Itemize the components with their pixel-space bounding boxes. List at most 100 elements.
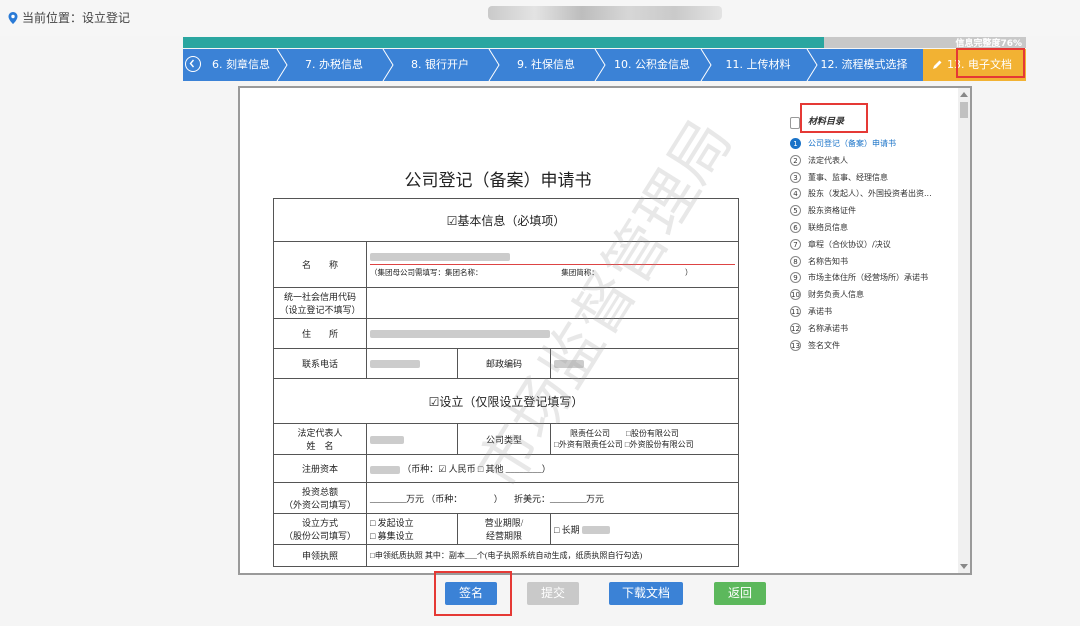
toc-item-number: 11 [790,306,801,317]
toc-item[interactable]: 11 承诺书 [790,305,832,319]
toc-item-label: 名称承诺书 [808,323,848,333]
step-tax-info[interactable]: 7. 办税信息 [281,49,387,81]
scroll-up-icon[interactable] [960,92,968,97]
redacted-value [370,465,400,474]
redacted-value [554,360,584,369]
document-scrollbar[interactable] [958,88,970,573]
investment-value: ________万元 （币种： ） 折美元：________万元 [366,482,739,514]
step-divider-icon [700,49,712,81]
step-divider-icon [276,49,288,81]
term-value: □ 长期 [554,524,580,535]
redacted-value [370,435,404,444]
top-bar: 当前位置：设立登记 [0,0,1080,36]
toc-item-number: 4 [790,188,801,200]
toc-item-label: 公司登记（备案）申请书 [808,139,896,148]
capital-value: （币种：☑ 人民币 □ 其他 ________） [402,464,551,474]
toc-item[interactable]: 13 签名文件 [790,339,840,353]
step-upload-materials[interactable]: 11. 上传材料 [705,49,811,81]
postcode-label: 邮政编码 [457,348,551,379]
step-divider-icon [488,49,500,81]
address-label: 住 所 [273,318,367,349]
toc-item[interactable]: 9 市场主体住所（经营场所）承诺书 [790,271,928,285]
term-label: 营业期限/ 经营期限 [457,513,551,545]
toc-item[interactable]: 8 名称告知书 [790,255,848,269]
toc-item-number: 7 [790,238,801,250]
toc-item-number: 9 [790,272,801,284]
document-icon [790,117,800,129]
download-button[interactable]: 下载文档 [609,582,683,605]
redacted-value [370,330,550,339]
step-bank-account[interactable]: 8. 银行开户 [387,49,493,81]
toc-item-number: 12 [790,322,801,334]
toc-item-number: 2 [790,154,801,166]
scroll-thumb[interactable] [960,102,968,118]
toc-item-label: 股东（发起人）、外国投资者出资... [808,189,932,199]
toc-item[interactable]: 3 董事、监事、经理信息 [790,171,888,185]
toc-item-number: 8 [790,255,801,267]
toc-item-label: 董事、监事、经理信息 [808,172,888,182]
investment-label: 投资总额 （外资公司填写） [273,482,367,514]
blurred-title [488,6,722,20]
redacted-value [370,360,420,369]
method-value: □ 发起设立 □ 募集设立 [366,513,458,545]
toc-item-label: 章程（合伙协议）/决议 [808,239,891,249]
legal-rep-label: 法定代表人 姓 名 [273,423,367,455]
toc-item[interactable]: 12 名称承诺书 [790,322,848,336]
toc-item-number: 6 [790,222,801,233]
name-label: 名 称 [273,241,367,288]
basic-info-section: ☑基本信息（必填项） [273,198,739,242]
progress-fill [183,37,824,48]
toc-item-number: 5 [790,205,801,217]
setup-section: ☑设立（仅限设立登记填写） [273,378,739,424]
location-label: 当前位置：设立登记 [22,11,131,25]
toc-item-number: 10 [790,289,801,301]
document-page: 公司登记（备案）申请书 ☑基本信息（必填项） 名 称 （集团母公司需填写：集团名… [240,88,756,573]
toc-item-number: 1 [790,138,801,149]
toc-item[interactable]: 6 联络员信息 [790,221,848,235]
redacted-value [370,253,510,262]
document-viewer: 公司登记（备案）申请书 ☑基本信息（必填项） 名 称 （集团母公司需填写：集团名… [238,86,972,575]
step-social-security[interactable]: 9. 社保信息 [493,49,599,81]
group-hint: （集团母公司需填写：集团名称： 集团简称： ） [370,267,693,277]
toc-item[interactable]: 4 股东（发起人）、外国投资者出资... [790,187,932,201]
location-breadcrumb: 当前位置：设立登记 [8,9,130,26]
scroll-down-icon[interactable] [960,564,968,569]
company-type-options: 限责任公司 □股份有限公司 □外资有限责任公司 □外资股份有限公司 [550,423,739,455]
highlight-box [956,48,1025,78]
toc-item-label: 市场主体住所（经营场所）承诺书 [808,273,928,283]
toc-item-label: 股东资格证件 [808,206,856,216]
toc-item-label: 法定代表人 [808,155,848,165]
company-type-label: 公司类型 [457,423,551,455]
step-process-mode[interactable]: 12. 流程模式选择 [811,49,917,81]
license-label: 申领执照 [273,544,367,567]
toc-item-label: 名称告知书 [808,256,848,266]
toc-item-number: 13 [790,339,801,351]
toc-item[interactable]: 2 法定代表人 [790,154,848,168]
back-button[interactable]: 返回 [714,582,766,605]
submit-button[interactable]: 提交 [527,582,579,605]
location-pin-icon [8,11,18,24]
step-seal-info[interactable]: 6. 刻章信息 [201,49,281,81]
material-toc: 材料目录 1 公司登记（备案）申请书 2 法定代表人 3 董事、监事、经理信息 4 股东（发起… [756,88,956,573]
step-housing-fund[interactable]: 10. 公积金信息 [599,49,705,81]
toc-item[interactable]: 1 公司登记（备案）申请书 [790,137,896,151]
toc-item[interactable]: 10 财务负责人信息 [790,288,864,302]
highlight-box [434,571,512,616]
toc-item-label: 财务负责人信息 [808,290,864,300]
method-label: 设立方式 （股份公司填写） [273,513,367,545]
step-divider-icon [594,49,606,81]
phone-label: 联系电话 [273,348,367,379]
step-navigation: 6. 刻章信息 7. 办税信息 8. 银行开户 9. 社保信息 10. 公积金信… [183,49,1026,81]
step-divider-icon [382,49,394,81]
red-underline [370,263,735,265]
application-form: ☑基本信息（必填项） 名 称 （集团母公司需填写：集团名称： 集团简称： ） 统… [273,198,739,567]
toc-item[interactable]: 7 章程（合伙协议）/决议 [790,238,891,252]
toc-item[interactable]: 5 股东资格证件 [790,204,856,218]
redacted-value [581,526,610,535]
edit-pencil-icon [933,60,942,69]
toc-item-label: 签名文件 [808,340,840,350]
completeness-progress-bar: 信息完整度76% [183,37,1026,49]
back-arrow-icon[interactable] [185,56,201,72]
highlight-box [800,103,868,133]
license-value: □申领纸质执照 其中：副本___个(电子执照系统自动生成，纸质执照自行勾选) [366,544,739,567]
